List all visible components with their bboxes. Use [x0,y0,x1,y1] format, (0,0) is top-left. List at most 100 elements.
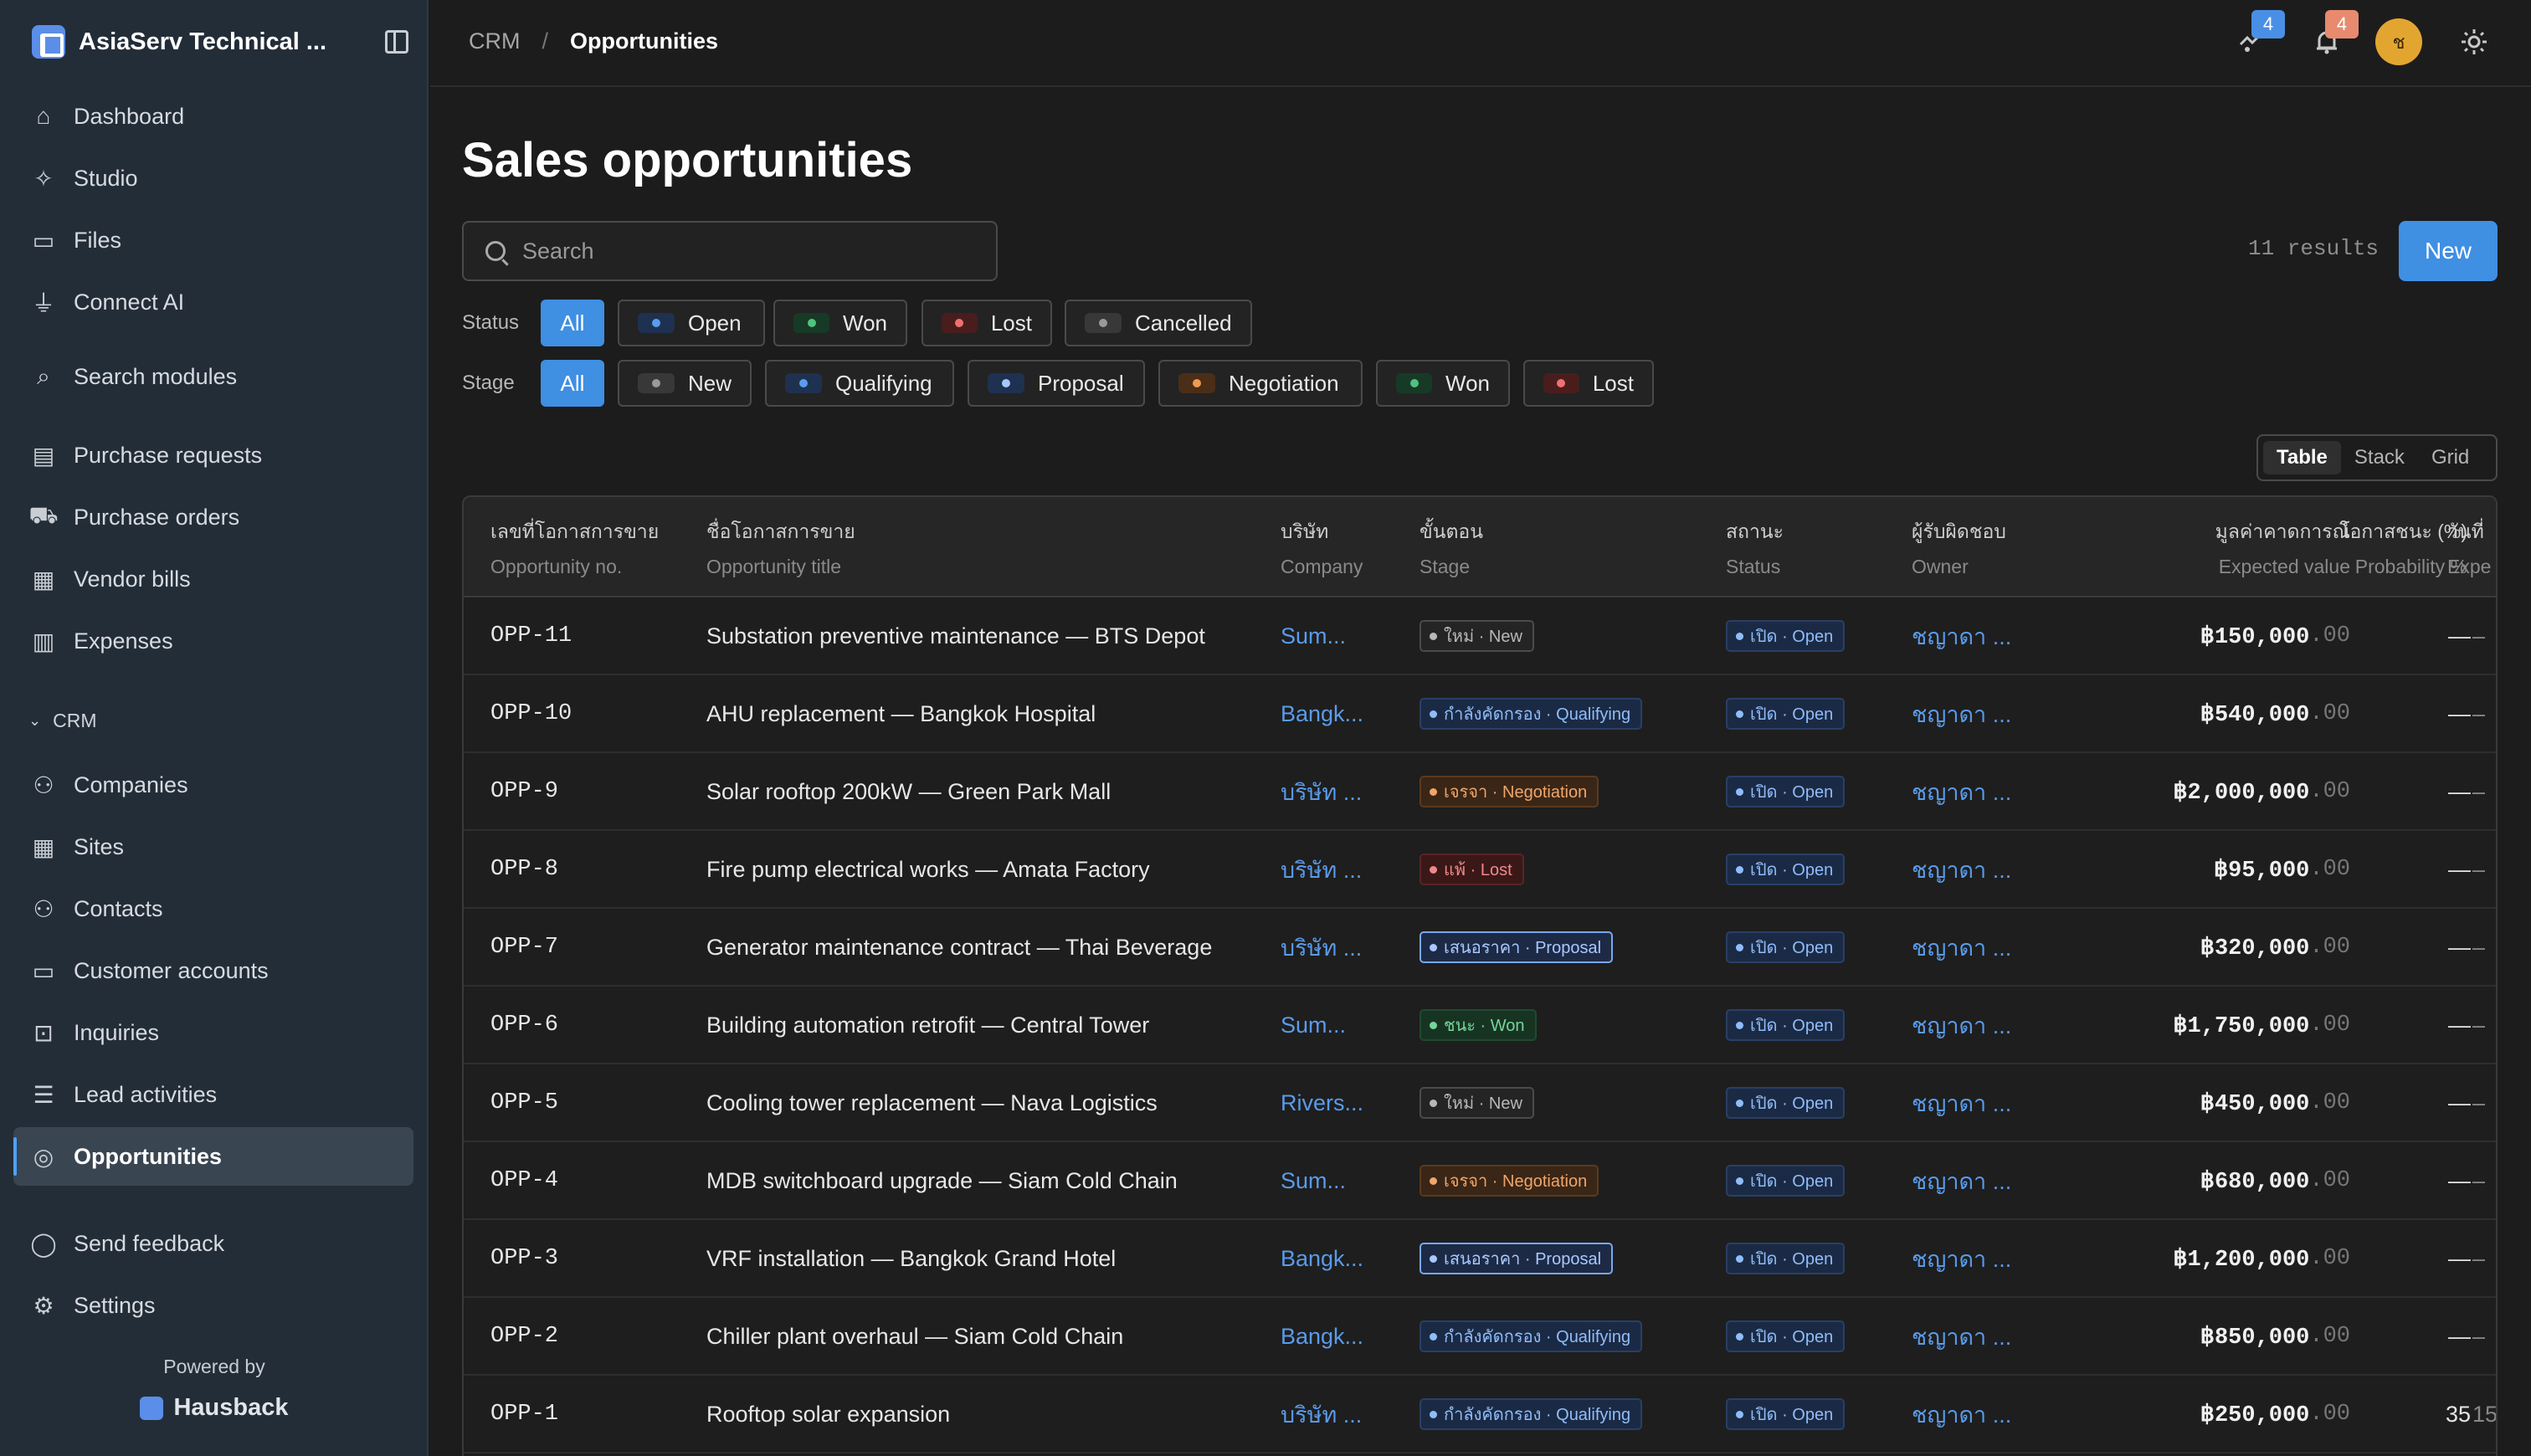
status-chip-cancelled[interactable]: Cancelled [1065,300,1252,346]
status-chip-lost[interactable]: Lost [922,300,1052,346]
new-opportunity-button[interactable]: New [2399,221,2498,281]
column-header[interactable]: สถานะ Status [1726,517,1784,578]
company-link[interactable]: Bangk... [1281,1220,1363,1297]
company-link[interactable]: Rivers... [1281,1064,1363,1141]
company-link[interactable]: บริษัท ... [1281,753,1362,830]
sidebar-item-studio[interactable]: ✧ Studio [13,149,413,208]
owner-link[interactable]: ชญาดา ... [1912,831,2011,908]
search-icon: ⌕ [37,362,50,389]
table-row[interactable]: OPP-3 VRF installation — Bangkok Grand Ho… [464,1220,2496,1298]
company-link[interactable]: Sum... [1281,597,1346,674]
owner-link[interactable]: ชญาดา ... [1912,1376,2011,1453]
status-chip-won[interactable]: Won [773,300,907,346]
sidebar-item-purchase-orders[interactable]: ⛟ Purchase orders [13,488,413,546]
theme-sun-icon[interactable] [2457,25,2491,59]
opportunity-title[interactable]: Cooling tower replacement — Nava Logisti… [706,1064,1158,1141]
workspace-header[interactable]: AsiaServ Technical ... [32,24,408,59]
company-link[interactable]: Bangk... [1281,675,1363,752]
sidebar-item-companies[interactable]: ⚇ Companies [13,756,413,814]
sidebar-item-connect-ai[interactable]: ⏚ Connect AI [13,273,413,331]
sidebar-item-search-modules[interactable]: ⌕ Search modules [13,347,413,406]
company-link[interactable]: Bangk... [1281,1298,1363,1375]
status-chip-open[interactable]: Open [618,300,765,346]
column-header[interactable]: ผู้รับผิดชอบ Owner [1912,517,2006,578]
sidebar-item-expenses[interactable]: ▥ Expenses [13,612,413,670]
company-link[interactable]: บริษัท ... [1281,831,1362,908]
sidebar-item-customer-accounts[interactable]: ▭ Customer accounts [13,941,413,1000]
owner-link[interactable]: ชญาดา ... [1912,675,2011,752]
table-row[interactable]: OPP-10 AHU replacement — Bangkok Hospital… [464,675,2496,753]
table-row[interactable]: OPP-5 Cooling tower replacement — Nava Lo… [464,1064,2496,1142]
opportunity-title[interactable]: Building automation retrofit — Central T… [706,987,1149,1064]
sidebar-item-inquiries[interactable]: ⊡ Inquiries [13,1003,413,1062]
column-header[interactable]: บริษัท Company [1281,517,1363,578]
company-link[interactable]: Sum... [1281,987,1346,1064]
column-header[interactable]: ชื่อโอกาสการขาย Opportunity title [706,517,855,578]
stage-chip-new[interactable]: New [618,360,752,407]
stage-chip-won[interactable]: Won [1376,360,1510,407]
table-row[interactable]: OPP-7 Generator maintenance contract — Th… [464,909,2496,987]
sidebar-item-vendor-bills[interactable]: ▦ Vendor bills [13,550,413,608]
owner-link[interactable]: ชญาดา ... [1912,1142,2011,1219]
sidebar-item-lead-activities[interactable]: ☰ Lead activities [13,1065,413,1124]
opportunity-title[interactable]: AHU replacement — Bangkok Hospital [706,675,1096,752]
owner-link[interactable]: ชญาดา ... [1912,753,2011,830]
opportunity-title[interactable]: MDB switchboard upgrade — Siam Cold Chai… [706,1142,1178,1219]
company-link[interactable]: บริษัท ... [1281,1376,1362,1453]
owner-link[interactable]: ชญาดา ... [1912,909,2011,986]
table-row[interactable]: OPP-8 Fire pump electrical works — Amata … [464,831,2496,909]
stage-chip-lost[interactable]: Lost [1523,360,1654,407]
opportunity-title[interactable]: Solar rooftop 200kW — Green Park Mall [706,753,1111,830]
sidebar-item-opportunities[interactable]: ◎ Opportunities [13,1127,413,1186]
stage-chip-qualifying[interactable]: Qualifying [765,360,954,407]
table-row[interactable]: OPP-4 MDB switchboard upgrade — Siam Cold… [464,1142,2496,1220]
owner-link[interactable]: ชญาดา ... [1912,1064,2011,1141]
owner-link[interactable]: ชญาดา ... [1912,987,2011,1064]
sidebar-item-purchase-requests[interactable]: ▤ Purchase requests [13,426,413,484]
column-header[interactable]: เลขที่โอกาสการขาย Opportunity no. [490,517,659,578]
opportunity-title[interactable]: Generator maintenance contract — Thai Be… [706,909,1212,986]
search-input[interactable] [522,238,991,264]
avatar[interactable]: ช [2375,18,2422,65]
table-row[interactable]: OPP-6 Building automation retrofit — Cent… [464,987,2496,1064]
opportunity-title[interactable]: Chiller plant overhaul — Siam Cold Chain [706,1298,1123,1375]
owner-link[interactable]: ชญาดา ... [1912,1298,2011,1375]
view-stack-button[interactable]: Stack [2341,441,2418,474]
stage-chip-negotiation[interactable]: Negotiation [1158,360,1363,407]
sidebar-item-send-feedback[interactable]: ◯ Send feedback [13,1214,413,1273]
owner-link[interactable]: ชญาดา ... [1912,597,2011,674]
sidebar-item-files[interactable]: ▭ Files [13,211,413,269]
opportunity-title[interactable]: Substation preventive maintenance — BTS … [706,597,1205,674]
stage-chip-proposal[interactable]: Proposal [968,360,1145,407]
stage-cell: เสนอราคา · Proposal [1420,909,1614,986]
sidebar-collapse-icon[interactable] [385,30,408,54]
table-row[interactable]: OPP-11 Substation preventive maintenance … [464,597,2496,675]
table-row[interactable]: OPP-2 Chiller plant overhaul — Siam Cold … [464,1298,2496,1376]
opportunity-title[interactable]: Rooftop solar expansion [706,1376,950,1453]
view-grid-button[interactable]: Grid [2418,441,2482,474]
status-chip-all[interactable]: All [541,300,604,346]
sidebar-item-dashboard[interactable]: ⌂ Dashboard [13,87,413,146]
powered-by-brand[interactable]: Hausback [0,1394,429,1422]
search-box[interactable] [462,221,998,281]
company-link[interactable]: Sum... [1281,1142,1346,1219]
crm-section-toggle[interactable]: ⌄ CRM [28,710,96,732]
table-row[interactable]: OPP-1 Rooftop solar expansion บริษัท ... กำ… [464,1376,2496,1453]
opportunity-title[interactable]: VRF installation — Bangkok Grand Hotel [706,1220,1116,1297]
status-cell: เปิด · Open [1726,1064,1846,1141]
owner-link[interactable]: ชญาดา ... [1912,1220,2011,1297]
column-header[interactable]: ขั้นตอน Stage [1420,517,1483,578]
powered-by-brand-name: Hausback [173,1394,289,1421]
table-row[interactable]: OPP-9 Solar rooftop 200kW — Green Park Ma… [464,753,2496,831]
opportunity-title[interactable]: Fire pump electrical works — Amata Facto… [706,831,1150,908]
stage-cell: เจรจา · Negotiation [1420,1142,1599,1219]
sidebar-item-contacts[interactable]: ⚇ Contacts [13,879,413,938]
company-link[interactable]: บริษัท ... [1281,909,1362,986]
column-header[interactable]: วันที่ Expe [2447,517,2491,578]
sidebar-item-sites[interactable]: ▦ Sites [13,818,413,876]
breadcrumb-crm[interactable]: CRM [469,28,521,54]
column-header[interactable]: โอกาสชนะ (%) Probability % [2267,517,2467,578]
view-table-button[interactable]: Table [2263,441,2341,474]
stage-chip-all[interactable]: All [541,360,604,407]
sidebar-item-settings[interactable]: ⚙ Settings [13,1276,413,1335]
